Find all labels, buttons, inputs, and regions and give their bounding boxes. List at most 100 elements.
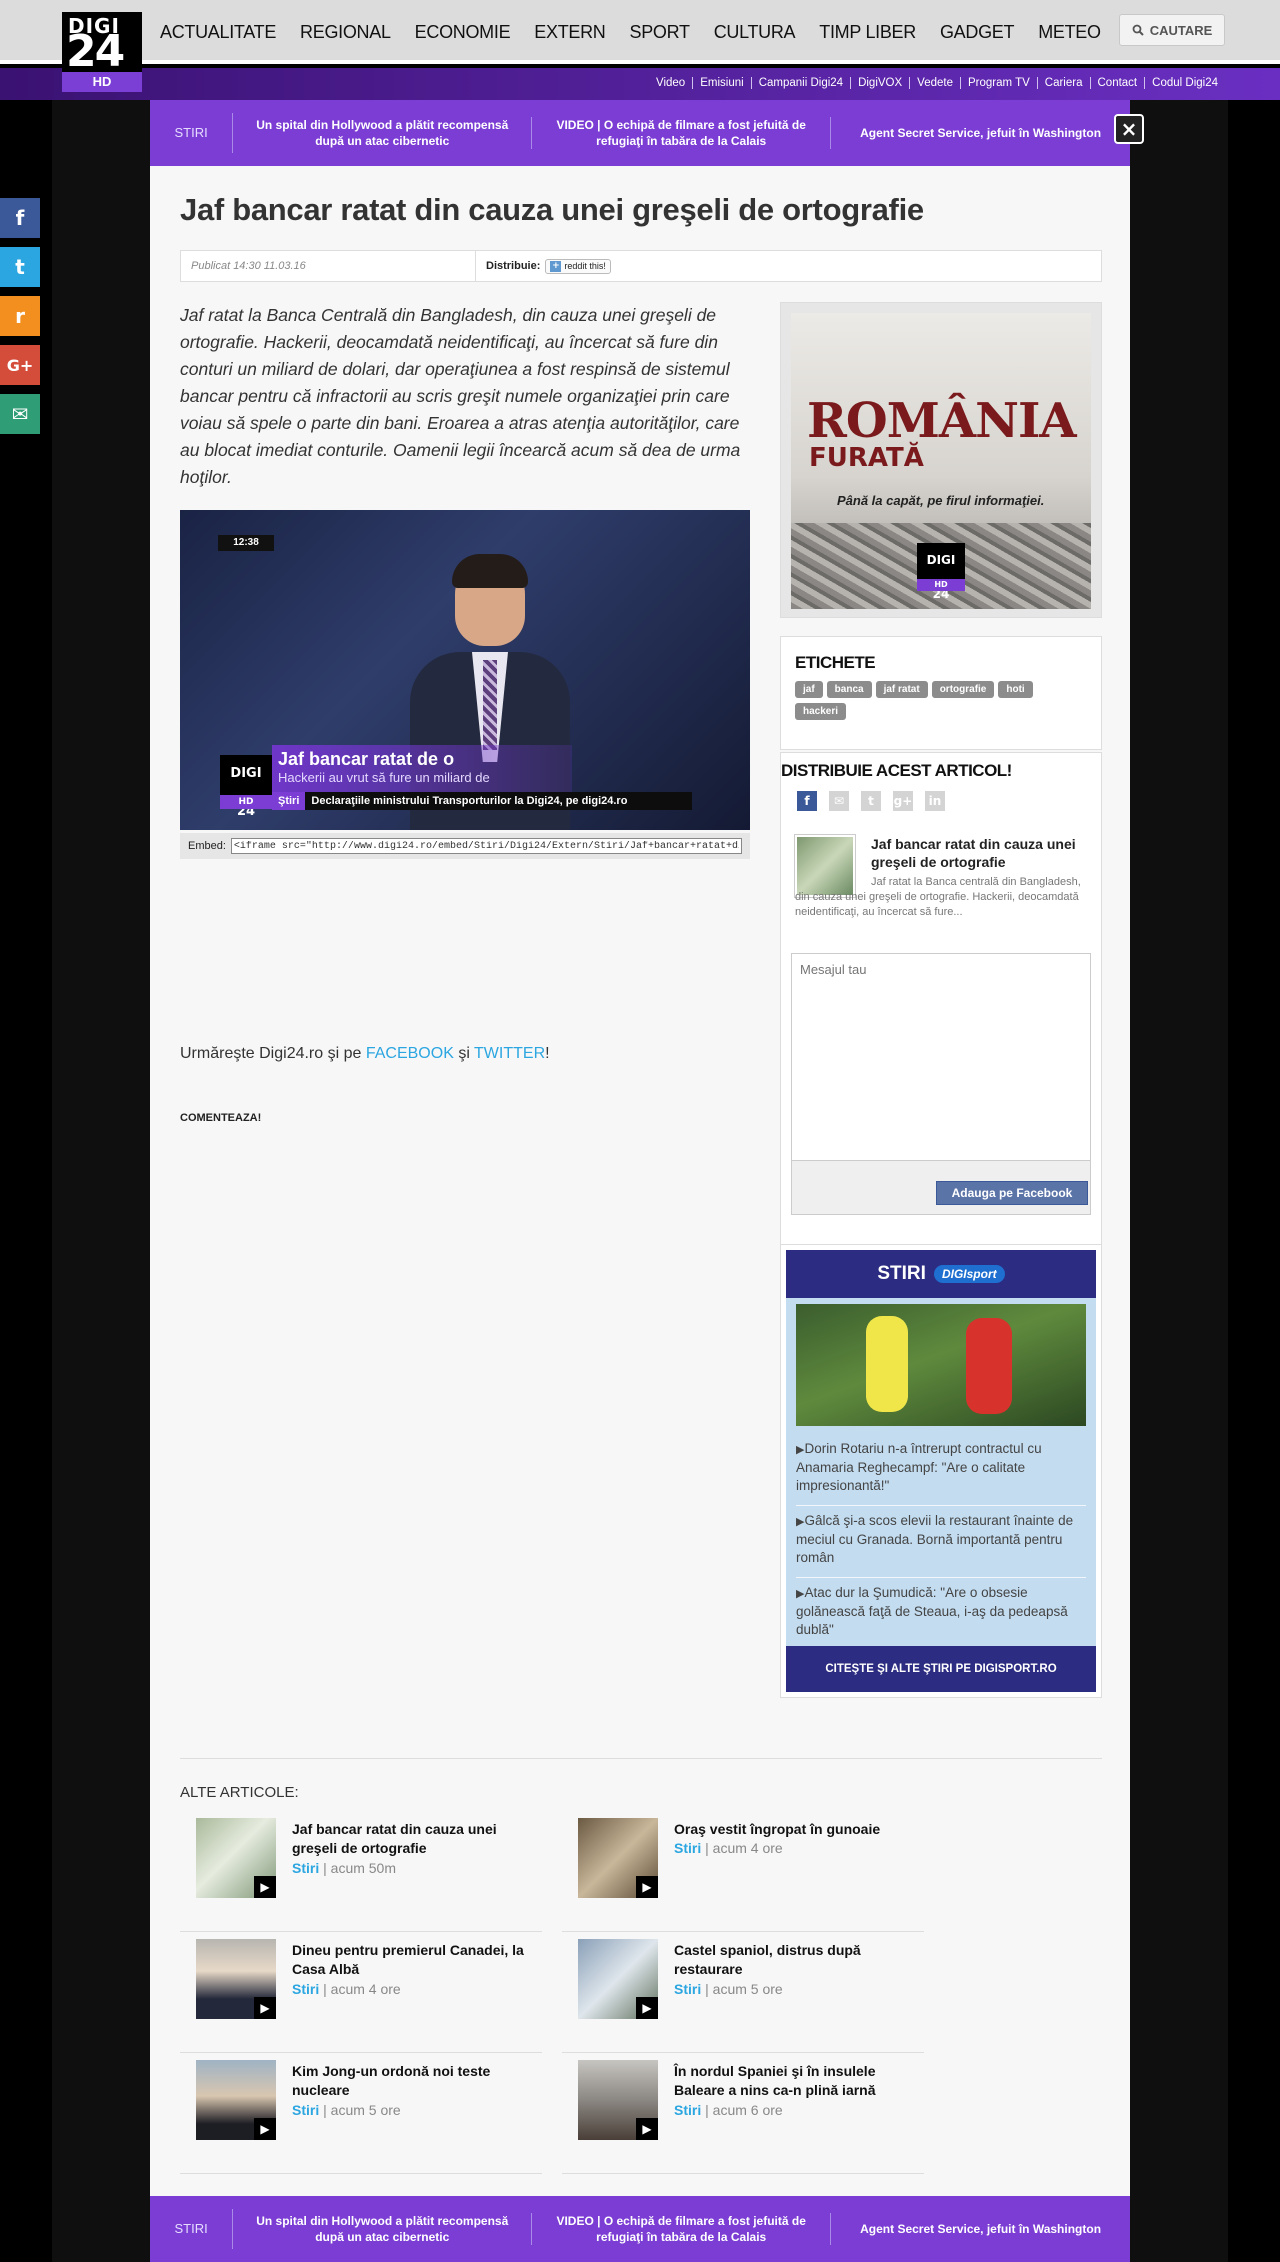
related-thumbnail: ▶ bbox=[578, 1818, 658, 1898]
nav-economie[interactable]: ECONOMIE bbox=[415, 22, 511, 43]
related-article[interactable]: ▶ Jaf bancar ratat din cauza unei greşel… bbox=[180, 1812, 542, 1932]
share-message-field[interactable] bbox=[791, 953, 1091, 1161]
logo-text-24: 24 bbox=[66, 26, 125, 77]
subnav-emisiuni[interactable]: Emisiuni bbox=[693, 77, 752, 89]
digisport-photo[interactable] bbox=[796, 1304, 1086, 1426]
distribute-label: Distribuie: bbox=[486, 260, 541, 272]
related-meta: Stiri | acum 4 ore bbox=[674, 1840, 783, 1856]
digisport-item[interactable]: Dorin Rotariu n-a întrerupt contractul c… bbox=[796, 1434, 1086, 1506]
mail-icon[interactable]: ✉ bbox=[0, 394, 40, 434]
related-meta: Stiri | acum 6 ore bbox=[674, 2102, 783, 2118]
article-title: Jaf bancar ratat din cauza unei greşeli … bbox=[180, 192, 924, 227]
related-article[interactable]: ▶ Dineu pentru premierul Canadei, la Cas… bbox=[180, 1933, 542, 2053]
add-on-facebook-button[interactable]: Adauga pe Facebook bbox=[936, 1181, 1088, 1205]
video-crawl: Ştiri Declaraţiile ministrului Transportu… bbox=[272, 792, 692, 810]
nav-cultura[interactable]: CULTURA bbox=[714, 22, 796, 43]
rss-icon[interactable]: r bbox=[0, 296, 40, 336]
comment-heading: COMENTEAZA! bbox=[180, 1112, 262, 1124]
promo-title: ROMÂNIA bbox=[807, 393, 1077, 449]
nav-regional[interactable]: REGIONAL bbox=[300, 22, 391, 43]
news-ticker-top: STIRI Un spital din Hollywood a plătit r… bbox=[150, 100, 1130, 166]
share-heading: DISTRIBUIE ACEST ARTICOL! bbox=[781, 761, 1012, 780]
follow-line: Urmăreşte Digi24.ro şi pe FACEBOOK şi TW… bbox=[180, 1045, 550, 1063]
google-plus-icon[interactable]: G+ bbox=[0, 345, 40, 385]
video-channel-logo: DIGI 24 HD bbox=[220, 755, 272, 819]
ticker-item[interactable]: Un spital din Hollywood a plătit recompe… bbox=[233, 2213, 533, 2245]
publish-date: Publicat 14:30 11.03.16 bbox=[191, 260, 306, 272]
related-section[interactable]: Stiri bbox=[674, 1981, 701, 1997]
logo-hd-badge: HD bbox=[62, 72, 142, 92]
related-article[interactable]: ▶ Oraş vestit îngropat în gunoaie Stiri … bbox=[562, 1812, 924, 1932]
subnav-program-tv[interactable]: Program TV bbox=[961, 77, 1038, 89]
ticker-item[interactable]: VIDEO | O echipă de filmare a fost jefui… bbox=[532, 2213, 832, 2245]
nav-actualitate[interactable]: ACTUALITATE bbox=[160, 22, 276, 43]
related-article[interactable]: ▶ Castel spaniol, distrus după restaurar… bbox=[562, 1933, 924, 2053]
subnav-video[interactable]: Video bbox=[649, 77, 694, 89]
ticker-item[interactable]: Agent Secret Service, jefuit în Washingt… bbox=[831, 125, 1130, 141]
search-button[interactable]: CAUTARE bbox=[1119, 14, 1225, 46]
related-title: Kim Jong-un ordonă noi teste nucleare bbox=[292, 2063, 491, 2098]
related-section[interactable]: Stiri bbox=[674, 2102, 701, 2118]
digisport-item[interactable]: Gâlcă şi-a scos elevii la restaurant îna… bbox=[796, 1506, 1086, 1578]
tag-item[interactable]: ortografie bbox=[931, 681, 995, 698]
tag-item[interactable]: hackeri bbox=[795, 703, 847, 720]
related-section[interactable]: Stiri bbox=[674, 1840, 701, 1856]
nav-meteo[interactable]: METEO bbox=[1038, 22, 1101, 43]
subnav-cariera[interactable]: Cariera bbox=[1038, 77, 1091, 89]
share-mail-icon[interactable]: ✉ bbox=[829, 791, 849, 811]
embed-code-field[interactable] bbox=[230, 838, 742, 854]
video-lower-third: Jaf bancar ratat de o Hackerii au vrut s… bbox=[272, 745, 572, 795]
play-icon: ▶ bbox=[254, 2118, 276, 2140]
crawl-tag: Ştiri bbox=[272, 792, 306, 810]
subnav-vedete[interactable]: Vedete bbox=[910, 77, 961, 89]
tag-item[interactable]: jaf ratat bbox=[875, 681, 928, 698]
close-icon[interactable]: × bbox=[1114, 114, 1144, 144]
ticker-item[interactable]: VIDEO | O echipă de filmare a fost jefui… bbox=[532, 117, 832, 149]
share-google-plus-icon[interactable]: g+ bbox=[893, 791, 913, 811]
digisport-more-link[interactable]: CITEŞTE ŞI ALTE ŞTIRI PE DIGISPORT.RO bbox=[786, 1646, 1096, 1692]
tags-heading: ETICHETE bbox=[795, 653, 876, 672]
related-section[interactable]: Stiri bbox=[292, 1860, 319, 1876]
digi24-logo[interactable]: DIGI 24 HD bbox=[62, 12, 142, 92]
tag-item[interactable]: jaf bbox=[795, 681, 823, 698]
nav-gadget[interactable]: GADGET bbox=[940, 22, 1015, 43]
nav-extern[interactable]: EXTERN bbox=[534, 22, 606, 43]
share-linkedin-icon[interactable]: in bbox=[925, 791, 945, 811]
social-sidebar: f t r G+ ✉ bbox=[0, 198, 40, 443]
related-article[interactable]: ▶ În nordul Spaniei şi în insulele Balea… bbox=[562, 2054, 924, 2174]
related-title: Castel spaniol, distrus după restaurare bbox=[674, 1942, 861, 1977]
reddit-icon: + bbox=[550, 260, 562, 272]
follow-suffix: ! bbox=[545, 1045, 550, 1062]
ticker-item[interactable]: Agent Secret Service, jefuit în Washingt… bbox=[831, 2221, 1130, 2237]
facebook-icon[interactable]: f bbox=[0, 198, 40, 238]
related-article[interactable]: ▶ Kim Jong-un ordonă noi teste nucleare … bbox=[180, 2054, 542, 2174]
follow-twitter-link[interactable]: TWITTER bbox=[474, 1045, 545, 1062]
reddit-button[interactable]: + reddit this! bbox=[545, 258, 611, 274]
embed-bar: Embed: bbox=[180, 833, 750, 859]
follow-facebook-link[interactable]: FACEBOOK bbox=[366, 1045, 454, 1062]
ticker-label: STIRI bbox=[150, 113, 234, 153]
subnav-contact[interactable]: Contact bbox=[1091, 77, 1146, 89]
related-time: | acum 6 ore bbox=[705, 2102, 783, 2118]
subnav-codul[interactable]: Codul Digi24 bbox=[1145, 77, 1218, 89]
tag-item[interactable]: banca bbox=[826, 681, 872, 698]
digisport-widget: STIRI DIGIsport Dorin Rotariu n-a întrer… bbox=[780, 1244, 1102, 1698]
nav-sport[interactable]: SPORT bbox=[630, 22, 690, 43]
tag-item[interactable]: hoti bbox=[998, 681, 1033, 698]
share-twitter-icon[interactable]: t bbox=[861, 791, 881, 811]
twitter-icon[interactable]: t bbox=[0, 247, 40, 287]
video-headline: Jaf bancar ratat de o bbox=[278, 749, 455, 769]
ticker-item[interactable]: Un spital din Hollywood a plătit recompe… bbox=[233, 117, 533, 149]
nav-timp-liber[interactable]: TIMP LIBER bbox=[819, 22, 916, 43]
video-player[interactable]: 12:38 Jaf bancar ratat de o Hackerii au … bbox=[180, 510, 750, 830]
digisport-item[interactable]: Atac dur la Şumudică: "Are o obsesie gol… bbox=[796, 1578, 1086, 1650]
related-meta: Stiri | acum 4 ore bbox=[292, 1981, 401, 1997]
related-section[interactable]: Stiri bbox=[292, 1981, 319, 1997]
subnav-campanii[interactable]: Campanii Digi24 bbox=[752, 77, 852, 89]
related-section[interactable]: Stiri bbox=[292, 2102, 319, 2118]
follow-prefix: Urmăreşte Digi24.ro şi pe bbox=[180, 1045, 366, 1062]
share-action-bar: Adauga pe Facebook bbox=[791, 1161, 1091, 1215]
share-facebook-icon[interactable]: f bbox=[797, 791, 817, 811]
subnav-digivox[interactable]: DigiVOX bbox=[851, 77, 911, 89]
romania-furata-promo[interactable]: ROMÂNIA FURATĂ Până la capăt, pe firul i… bbox=[780, 302, 1102, 618]
